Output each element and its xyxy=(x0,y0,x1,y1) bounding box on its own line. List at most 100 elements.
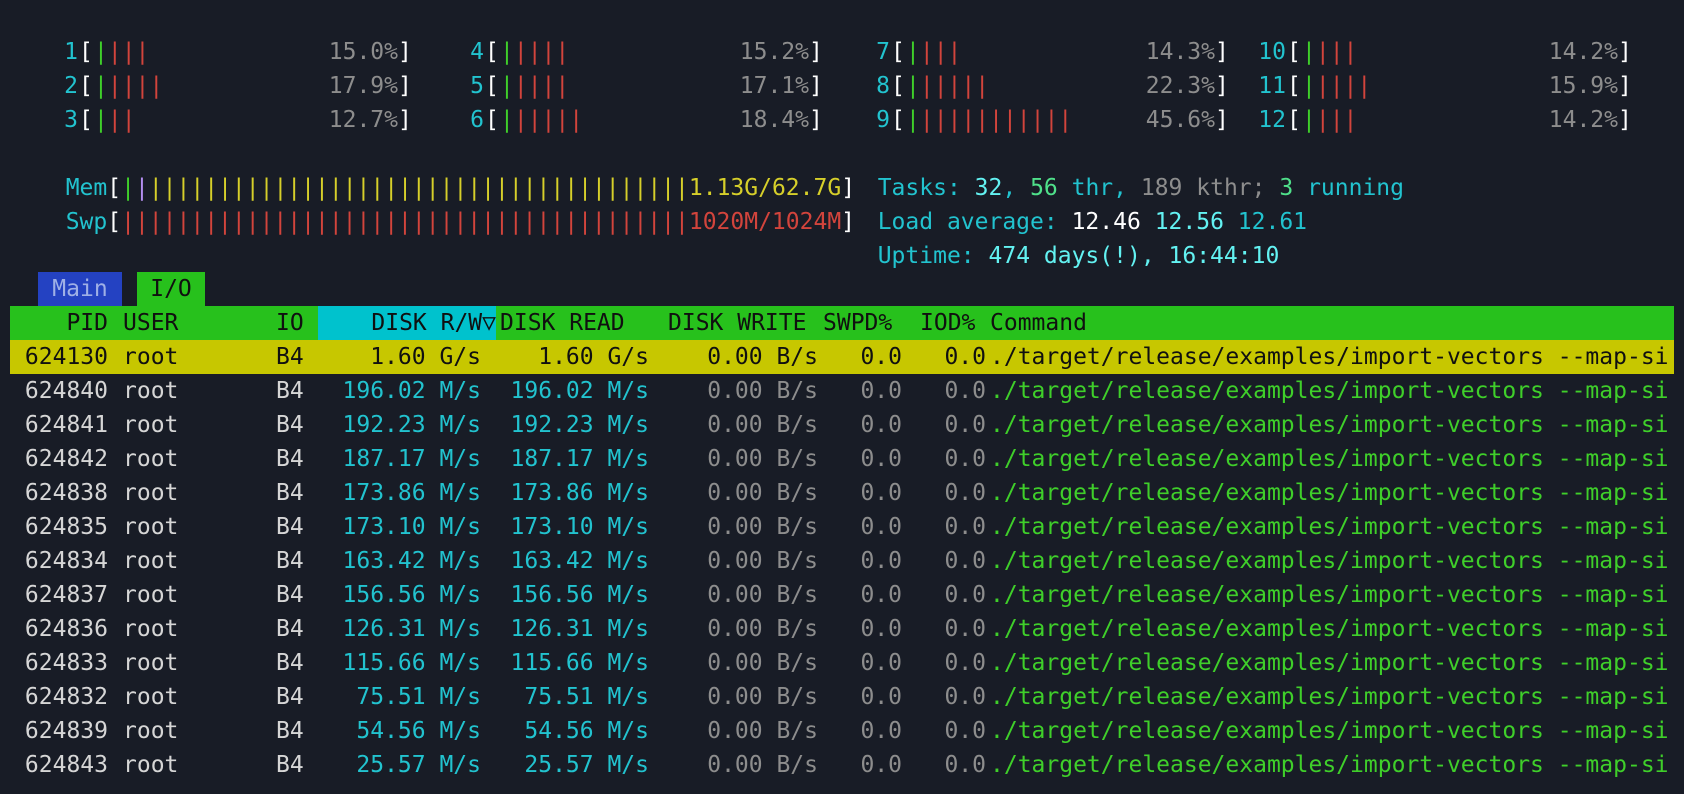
cell-iod: 0.0 xyxy=(944,412,986,438)
cell-iod: 0.0 xyxy=(944,548,986,574)
col-iod[interactable]: IOD% xyxy=(920,306,975,340)
cell-disk-read: 75.51 M/s xyxy=(524,684,649,710)
cell-user: root xyxy=(123,718,179,744)
cell-disk-write: 0.00 B/s xyxy=(707,684,818,710)
cell-disk-rw: 25.57 M/s xyxy=(356,752,481,778)
col-io[interactable]: IO xyxy=(276,306,304,340)
cell-pid: 624840 xyxy=(24,378,108,404)
cell-disk-write: 0.00 B/s xyxy=(707,480,818,506)
cell-io: B4 xyxy=(276,684,304,710)
cell-disk-rw: 173.10 M/s xyxy=(342,514,481,540)
cpu-meter-10: 10[|||| 14.2%] xyxy=(1258,35,1638,69)
cell-swpd: 0.0 xyxy=(860,378,902,404)
tab-io[interactable]: I/O xyxy=(137,272,205,306)
cell-io: B4 xyxy=(276,514,304,540)
cell-iod: 0.0 xyxy=(944,650,986,676)
col-disk-rw[interactable]: DISK R/W▽ xyxy=(318,306,496,340)
table-row[interactable]: 624837 root B4 156.56 M/s 156.56 M/s 0.00 B/s… xyxy=(10,578,1674,612)
load-average: Load average: 12.46 12.56 12.61 xyxy=(850,171,1307,235)
cell-swpd: 0.0 xyxy=(860,718,902,744)
cpu-meter-7: 7[|||| 14.3%] xyxy=(862,35,1235,69)
cell-io: B4 xyxy=(276,412,304,438)
cell-pid: 624832 xyxy=(24,684,108,710)
cell-pid: 624834 xyxy=(24,548,108,574)
cell-disk-rw: 1.60 G/s xyxy=(370,344,481,370)
cell-disk-read: 54.56 M/s xyxy=(524,718,649,744)
cell-swpd: 0.0 xyxy=(860,582,902,608)
table-row[interactable]: 624832 root B4 75.51 M/s 75.51 M/s 0.00 B/s 0.… xyxy=(10,680,1674,714)
cell-disk-rw: 173.86 M/s xyxy=(342,480,481,506)
cpu-meter-12: 12[|||| 14.2%] xyxy=(1258,103,1638,137)
running-label: running xyxy=(1293,175,1404,201)
cell-io: B4 xyxy=(276,650,304,676)
table-row[interactable]: 624840 root B4 196.02 M/s 196.02 M/s 0.00 B/s… xyxy=(10,374,1674,408)
cell-user: root xyxy=(123,446,179,472)
cpu-percent: 15.0% xyxy=(328,39,398,65)
cell-disk-write: 0.00 B/s xyxy=(707,718,818,744)
cpu-meter-1: 1[|||| 15.0%] xyxy=(50,35,418,69)
cell-disk-read: 173.86 M/s xyxy=(510,480,649,506)
cell-swpd: 0.0 xyxy=(860,616,902,642)
cpu-percent: 18.4% xyxy=(739,107,809,133)
uptime-value: 474 days(!), 16:44:10 xyxy=(988,243,1280,269)
cell-iod: 0.0 xyxy=(944,378,986,404)
table-row[interactable]: 624838 root B4 173.86 M/s 173.86 M/s 0.00 B/s… xyxy=(10,476,1674,510)
col-disk-read[interactable]: DISK READ xyxy=(500,306,625,340)
cell-user: root xyxy=(123,548,179,574)
cpu-bracket-close: ] xyxy=(1618,73,1632,99)
uptime: Uptime: 474 days(!), 16:44:10 xyxy=(850,205,1280,269)
swap-value: 1020M/1024M xyxy=(688,209,842,235)
tab-main[interactable]: Main xyxy=(38,272,122,306)
cpu-meter-11: 11[||||| 15.9%] xyxy=(1258,69,1638,103)
cell-user: root xyxy=(123,650,179,676)
table-row[interactable]: 624841 root B4 192.23 M/s 192.23 M/s 0.00 B/s… xyxy=(10,408,1674,442)
mem-meter: Mem[||||||||||||||||||||||||||||||||||||… xyxy=(65,175,856,201)
cell-disk-rw: 187.17 M/s xyxy=(342,446,481,472)
cell-user: root xyxy=(123,616,179,642)
table-row-selected[interactable]: 624130 root B4 1.60 G/s 1.60 G/s 0.00 B/s 0.0 0… xyxy=(10,340,1674,374)
cpu-bracket-close: ] xyxy=(809,39,823,65)
cpu-meter-2: 2[||||| 17.9%] xyxy=(50,69,418,103)
cell-disk-read: 173.10 M/s xyxy=(510,514,649,540)
cell-io: B4 xyxy=(276,548,304,574)
cpu-meter-6: 6[|||||| 18.4%] xyxy=(456,103,829,137)
cell-disk-read: 192.23 M/s xyxy=(510,412,649,438)
cell-disk-write: 0.00 B/s xyxy=(707,616,818,642)
table-row[interactable]: 624842 root B4 187.17 M/s 187.17 M/s 0.00 B/s… xyxy=(10,442,1674,476)
col-command[interactable]: Command xyxy=(990,306,1087,340)
cpu-bracket-close: ] xyxy=(1215,73,1229,99)
table-row[interactable]: 624843 root B4 25.57 M/s 25.57 M/s 0.00 B/s 0.… xyxy=(10,748,1674,782)
table-row[interactable]: 624836 root B4 126.31 M/s 126.31 M/s 0.00 B/s… xyxy=(10,612,1674,646)
cell-disk-write: 0.00 B/s xyxy=(707,548,818,574)
table-row[interactable]: 624835 root B4 173.10 M/s 173.10 M/s 0.00 B/s… xyxy=(10,510,1674,544)
cell-disk-read: 187.17 M/s xyxy=(510,446,649,472)
cpu-percent: 12.7% xyxy=(328,107,398,133)
col-pid[interactable]: PID xyxy=(10,306,108,340)
col-user[interactable]: USER xyxy=(123,306,178,340)
cpu-bracket-close: ] xyxy=(398,39,412,65)
cell-io: B4 xyxy=(276,344,304,370)
col-disk-write[interactable]: DISK WRITE xyxy=(668,306,806,340)
cpu-bracket-close: ] xyxy=(398,73,412,99)
cell-disk-write: 0.00 B/s xyxy=(707,378,818,404)
cell-command: ./target/release/examples/import-vectors… xyxy=(990,582,1669,608)
col-swpd[interactable]: SWPD% xyxy=(823,306,892,340)
cell-swpd: 0.0 xyxy=(860,412,902,438)
cell-pid: 624842 xyxy=(24,446,108,472)
cpu-percent: 22.3% xyxy=(1145,73,1215,99)
cell-io: B4 xyxy=(276,582,304,608)
cell-disk-rw: 196.02 M/s xyxy=(342,378,481,404)
cell-io: B4 xyxy=(276,718,304,744)
cell-command: ./target/release/examples/import-vectors… xyxy=(990,344,1669,370)
table-row[interactable]: 624834 root B4 163.42 M/s 163.42 M/s 0.00 B/s… xyxy=(10,544,1674,578)
cell-command: ./target/release/examples/import-vectors… xyxy=(990,548,1669,574)
cpu-percent: 17.9% xyxy=(328,73,398,99)
cpu-bracket-close: ] xyxy=(398,107,412,133)
table-row[interactable]: 624833 root B4 115.66 M/s 115.66 M/s 0.00 B/s… xyxy=(10,646,1674,680)
cpu-bracket-close: ] xyxy=(809,73,823,99)
table-row[interactable]: 624839 root B4 54.56 M/s 54.56 M/s 0.00 B/s 0.… xyxy=(10,714,1674,748)
cell-command: ./target/release/examples/import-vectors… xyxy=(990,412,1669,438)
cell-swpd: 0.0 xyxy=(860,344,902,370)
cell-swpd: 0.0 xyxy=(860,548,902,574)
cpu-meter-3: 3[||| 12.7%] xyxy=(50,103,418,137)
